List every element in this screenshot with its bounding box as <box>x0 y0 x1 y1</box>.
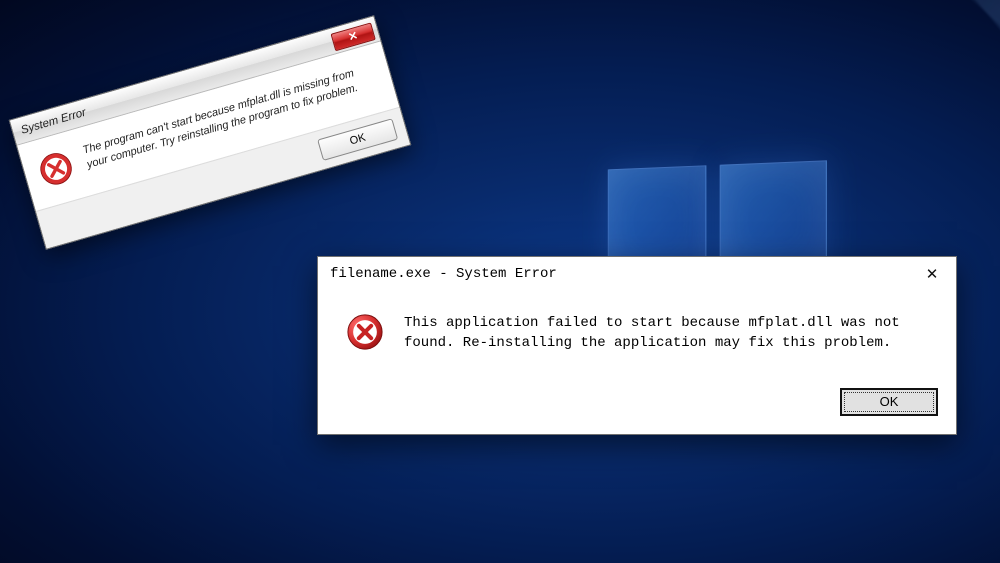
ok-button-label: OK <box>348 132 367 148</box>
close-button[interactable]: ✕ <box>910 259 954 289</box>
ok-button-label: OK <box>880 394 899 409</box>
dialog-body: This application failed to start because… <box>318 291 956 378</box>
close-icon: ✕ <box>926 265 939 283</box>
titlebar[interactable]: filename.exe - System Error ✕ <box>318 257 956 291</box>
error-dialog-win10: filename.exe - System Error ✕ This <box>317 256 957 435</box>
error-message: This application failed to start because… <box>404 313 932 354</box>
error-icon <box>346 313 384 351</box>
error-icon <box>35 148 77 190</box>
ok-button[interactable]: OK <box>840 388 938 416</box>
dialog-footer: OK <box>318 378 956 434</box>
close-icon: ✕ <box>347 29 359 44</box>
dialog-title: filename.exe - System Error <box>330 266 557 282</box>
error-dialog-win7: System Error ✕ The program can't start b… <box>9 15 411 250</box>
